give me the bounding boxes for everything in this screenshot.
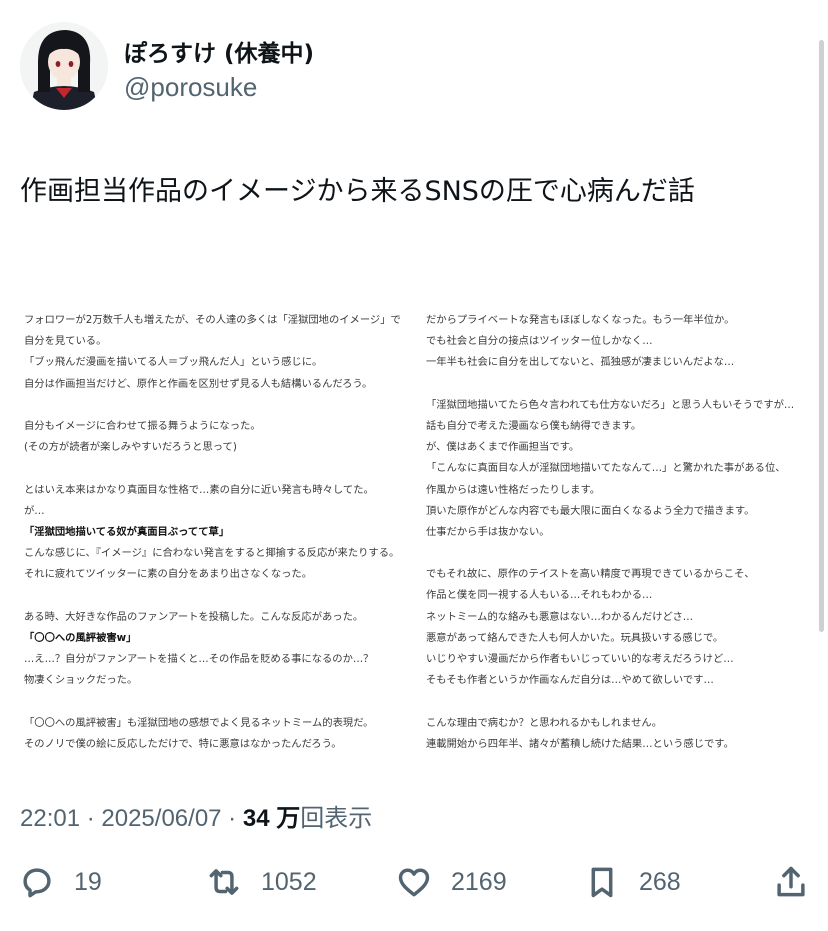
author-handle[interactable]: @porosuke (124, 72, 257, 103)
image-text-line: …え…？自分がファンアートを描くと…その作品を貶める事になるのか…？ (24, 653, 374, 665)
image-text-line (24, 395, 404, 416)
views-label: 回表示 (300, 805, 373, 832)
image-text-line (426, 374, 806, 395)
tweet-date[interactable]: 2025/06/07 (101, 805, 221, 832)
image-text-line: が… (24, 504, 45, 517)
image-text-right-column: だからプライベートな発言もほぼしなくなった。もう一年半位か。 でも社会と自分の接点… (426, 310, 806, 755)
image-text-line: だからプライベートな発言もほぼしなくなった。もう一年半位か。 (426, 314, 735, 326)
image-text-line: 「淫獄団地描いてたら色々言われても仕方ないだろ」と思う人もいそうですが… (426, 398, 795, 411)
image-text-line: 「〇〇への風評被害」も淫獄団地の感想でよく見るネットミーム的表現だ。 (24, 716, 374, 729)
image-text-line: 話も自分で考えた漫画なら僕も納得できます。 (426, 419, 642, 432)
bookmark-count: 268 (639, 867, 681, 896)
tweet-time[interactable]: 22:01 (20, 805, 80, 832)
image-text-line: 自分は作画担当だけど、原作と作画を区別せず見る人も結構いるんだろう。 (24, 377, 373, 390)
meta-separator: · (80, 805, 102, 832)
retweet-count: 1052 (261, 867, 317, 896)
image-text-line: 「ブッ飛んだ漫画を描いてる人＝ブッ飛んだ人」という感じに。 (24, 356, 323, 369)
tweet-text: 作画担当作品のイメージから来るSNSの圧で心病んだ話 (20, 176, 695, 207)
image-text-line: フォロワーが2万数千人も増えたが、その人達の多くは「淫獄団地のイメージ」で (24, 314, 401, 326)
views-count: 34 万 (242, 805, 301, 832)
image-text-line: そのノリで僕の絵に反応しただけで、特に悪意はなかったんだろう。 (24, 737, 342, 750)
image-text-line: 一年半も社会に自分を出してないと、孤独感が凄まじいんだよな… (426, 356, 735, 369)
image-text-line (24, 691, 404, 712)
image-text-line: 「〇〇への風評被害w」 (24, 631, 137, 644)
image-text-line: ある時、大好きな作品のファンアートを投稿した。こんな反応があった。 (24, 610, 364, 623)
image-text-line: 頂いた原作がどんな内容でも最大限に面白くなるよう全力で描きます。 (426, 504, 755, 517)
image-text-line: (その方が読者が楽しみやすいだろうと思って) (24, 441, 237, 454)
like-button[interactable]: 2169 (395, 858, 507, 906)
tweet-actions-bar: 19 1052 2169 268 (0, 858, 828, 906)
image-text-left-column: フォロワーが2万数千人も増えたが、その人達の多くは「淫獄団地のイメージ」で 自分を… (24, 310, 404, 755)
image-text-line: とはいえ本来はかなり真面目な性格で…素の自分に近い発言も時々してた。 (24, 483, 374, 496)
image-text-line (426, 691, 806, 712)
image-text-line: こんな理由で病むか？と思われるかもしれません。 (426, 716, 663, 729)
like-count: 2169 (451, 867, 507, 896)
image-text-line: 作風からは遠い性格だったりします。 (426, 483, 601, 496)
retweet-button[interactable]: 1052 (205, 858, 317, 906)
image-text-line: ネットミーム的な絡みも悪意はない…わかるんだけどさ… (426, 610, 694, 623)
reply-icon (23, 868, 51, 898)
image-text-line (24, 585, 404, 606)
image-text-line: こんな感じに、『イメージ』に合わない発言をすると揶揄する反応が来たりする。 (24, 547, 400, 560)
bookmark-button[interactable]: 268 (583, 858, 681, 906)
image-text-line: いじりやすい漫画だから作者もいじっていい的な考えだろうけど… (426, 653, 734, 665)
author-display-name[interactable]: ぽろすけ (休養中) (124, 34, 314, 68)
image-text-line: が、僕はあくまで作画担当です。 (426, 441, 580, 454)
image-text-line: 物凄くショックだった。 (24, 674, 138, 687)
image-text-line: 「こんなに真面目な人が淫獄団地描いてたなんて…」と驚かれた事がある位、 (426, 462, 786, 475)
image-text-line: 作品と僕を同一視する人もいる…それもわかる… (426, 589, 653, 602)
bookmark-icon (591, 867, 613, 898)
reply-count: 19 (74, 867, 102, 896)
image-text-line: 悪意があって絡んできた人も何人かいた。玩具扱いする感じで。 (426, 631, 724, 644)
image-text-line: 仕事だから手は抜かない。 (426, 525, 550, 538)
tweet-meta: 22:01 · 2025/06/07 · 34 万回表示 (20, 798, 372, 833)
image-text-line: そもそも作者というか作画なんだ自分は…やめて欲しいです… (426, 674, 714, 687)
author-avatar[interactable] (20, 22, 108, 110)
image-text-line: 自分を見ている。 (24, 335, 107, 348)
anime-girl-avatar-icon (20, 22, 108, 110)
image-text-line: 自分もイメージに合わせて振る舞うようになった。 (24, 419, 261, 432)
heart-icon (398, 868, 430, 897)
image-text-line: でもそれ故に、原作のテイストを高い精度で再現できているからこそ、 (426, 568, 755, 581)
retweet-icon (209, 869, 239, 895)
share-icon (777, 866, 805, 897)
attached-text-image[interactable]: フォロワーが2万数千人も増えたが、その人達の多くは「淫獄団地のイメージ」で 自分を… (18, 294, 804, 756)
page-scrollbar[interactable] (819, 40, 824, 632)
share-button[interactable] (772, 858, 810, 906)
meta-separator: · (221, 805, 243, 832)
image-text-line (24, 458, 404, 479)
reply-button[interactable]: 19 (18, 858, 102, 906)
image-text-line: それに疲れてツイッターに素の自分をあまり出さなくなった。 (24, 568, 313, 581)
image-text-line (426, 543, 806, 564)
image-text-line: でも社会と自分の接点はツイッター位しかなく… (426, 335, 653, 348)
image-text-line: 連載開始から四年半、諸々が蓄積し続けた結果…という感じです。 (426, 737, 734, 750)
image-text-line: 「淫獄団地描いてる奴が真面目ぶってて草」 (24, 525, 230, 538)
